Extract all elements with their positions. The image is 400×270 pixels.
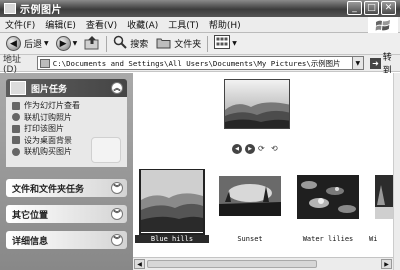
file-folder-tasks-title: 文件和文件夹任务 bbox=[12, 184, 85, 195]
task-label: 设为桌面背景 bbox=[24, 135, 72, 145]
other-places-title: 其它位置 bbox=[12, 210, 49, 221]
folders-button[interactable]: 文件夹 bbox=[154, 35, 203, 53]
thumbnail-winter[interactable] bbox=[375, 170, 393, 232]
forward-button[interactable]: ▶ ▼ bbox=[54, 35, 80, 53]
views-button[interactable]: ▼ bbox=[212, 35, 239, 53]
filmstrip: Blue hills Sunset Water lilies Wi bbox=[133, 164, 393, 256]
image-preview[interactable] bbox=[224, 79, 290, 129]
horizontal-scrollbar[interactable]: ◀ ▶ bbox=[133, 257, 393, 270]
task-label: 作为幻灯片查看 bbox=[24, 101, 80, 111]
back-label: 后退 bbox=[24, 40, 43, 50]
scroll-right-icon[interactable]: ▶ bbox=[381, 259, 392, 269]
thumbnail-sunset[interactable] bbox=[219, 170, 281, 232]
other-places-header[interactable]: 其它位置 ︾ bbox=[6, 205, 127, 223]
menu-file[interactable]: 文件(F) bbox=[0, 18, 40, 31]
task-pane: 图片任务 ︽ 作为幻灯片查看 联机订购照片 打印该图片 设为桌面背景 联机购买图… bbox=[0, 73, 133, 270]
rotate-clockwise-icon[interactable]: ⟳ bbox=[258, 145, 268, 153]
vertical-scrollbar[interactable] bbox=[393, 73, 400, 270]
back-button[interactable]: ◀ 后退 ▼ bbox=[4, 35, 51, 53]
task-slideshow[interactable]: 作为幻灯片查看 bbox=[12, 100, 127, 112]
toolbar: ◀ 后退 ▼ ▶ ▼ 搜索 文件夹 ▼ bbox=[0, 33, 400, 55]
task-order-prints[interactable]: 联机订购照片 bbox=[12, 112, 127, 124]
menu-edit[interactable]: 编辑(E) bbox=[40, 18, 81, 31]
back-dropdown-icon[interactable]: ▼ bbox=[44, 40, 49, 47]
thumbnail-blue-hills[interactable] bbox=[141, 170, 203, 232]
search-button[interactable]: 搜索 bbox=[111, 35, 150, 53]
other-places-panel: 其它位置 ︾ bbox=[6, 205, 127, 223]
expand-chevron-icon[interactable]: ︾ bbox=[111, 182, 123, 194]
task-print-picture[interactable]: 打印该图片 bbox=[12, 123, 127, 135]
folder-icon bbox=[4, 3, 16, 14]
toolbar-separator bbox=[207, 35, 209, 52]
menu-view[interactable]: 查看(V) bbox=[81, 18, 122, 31]
menu-help[interactable]: 帮助(H) bbox=[204, 18, 246, 31]
details-header[interactable]: 详细信息 ︾ bbox=[6, 231, 127, 249]
forward-dropdown-icon[interactable]: ▼ bbox=[73, 40, 78, 47]
menu-tools[interactable]: 工具(T) bbox=[163, 18, 204, 31]
thumbnail-label: Sunset bbox=[237, 235, 263, 243]
next-image-icon[interactable]: ▶ bbox=[245, 144, 255, 154]
address-bar: 地址(D) C:\Documents and Settings\All User… bbox=[0, 53, 400, 76]
picture-tasks-header[interactable]: 图片任务 ︽ bbox=[6, 79, 127, 97]
task-label: 联机订购照片 bbox=[24, 112, 72, 122]
menu-favorites[interactable]: 收藏(A) bbox=[122, 18, 163, 31]
address-value: C:\Documents and Settings\All Users\Docu… bbox=[52, 58, 341, 68]
search-label: 搜索 bbox=[130, 40, 149, 50]
address-input[interactable]: C:\Documents and Settings\All Users\Docu… bbox=[36, 56, 353, 70]
close-button[interactable]: ✕ bbox=[381, 1, 396, 15]
maximize-button[interactable]: □ bbox=[364, 1, 379, 15]
title-bar: 示例图片 _ □ ✕ bbox=[0, 0, 400, 17]
thumbnail-label: Wi bbox=[369, 235, 378, 243]
picture-tasks-body: 作为幻灯片查看 联机订购照片 打印该图片 设为桌面背景 联机购买图片 bbox=[6, 97, 127, 167]
previous-image-icon[interactable]: ◀ bbox=[232, 144, 242, 154]
up-button[interactable] bbox=[82, 35, 102, 53]
views-dropdown-icon[interactable]: ▼ bbox=[232, 40, 237, 47]
task-label: 打印该图片 bbox=[24, 124, 64, 134]
scrollbar-thumb[interactable] bbox=[147, 260, 317, 268]
folders-label: 文件夹 bbox=[174, 40, 202, 50]
picture-watermark-icon bbox=[91, 137, 121, 163]
window-controls: _ □ ✕ bbox=[347, 1, 396, 15]
up-folder-icon bbox=[84, 35, 100, 53]
expand-chevron-icon[interactable]: ︾ bbox=[111, 208, 123, 220]
folders-icon bbox=[156, 36, 171, 52]
picture-tasks-title: 图片任务 bbox=[31, 84, 68, 95]
windows-logo-icon bbox=[368, 17, 398, 33]
toolbar-separator bbox=[106, 35, 108, 52]
back-icon: ◀ bbox=[6, 36, 21, 51]
scroll-left-icon[interactable]: ◀ bbox=[134, 259, 145, 269]
views-icon bbox=[214, 35, 231, 52]
thumbnail-label: Blue hills bbox=[135, 235, 209, 243]
folder-icon bbox=[39, 58, 50, 68]
thumbnail-label: Water lilies bbox=[302, 235, 354, 243]
menu-bar: 文件(F) 编辑(E) 查看(V) 收藏(A) 工具(T) 帮助(H) bbox=[0, 17, 400, 33]
picture-tasks-panel: 图片任务 ︽ 作为幻灯片查看 联机订购照片 打印该图片 设为桌面背景 联机购买图… bbox=[6, 79, 127, 167]
globe-icon bbox=[12, 147, 20, 156]
collapse-chevron-icon[interactable]: ︽ bbox=[111, 82, 123, 94]
thumbnail-water-lilies[interactable] bbox=[297, 170, 359, 232]
search-icon bbox=[113, 35, 127, 52]
expand-chevron-icon[interactable]: ︾ bbox=[111, 234, 123, 246]
address-label: 地址(D) bbox=[3, 54, 22, 75]
window-title: 示例图片 bbox=[20, 5, 62, 16]
content-area: ◀ ▶ ⟳ ⟲ Blue hills Sunset Water lilies W… bbox=[133, 73, 400, 270]
file-folder-tasks-header[interactable]: 文件和文件夹任务 ︾ bbox=[6, 179, 127, 197]
file-folder-tasks-panel: 文件和文件夹任务 ︾ bbox=[6, 179, 127, 197]
details-title: 详细信息 bbox=[12, 236, 49, 247]
picture-tasks-icon bbox=[10, 81, 26, 95]
rotate-counterclockwise-icon[interactable]: ⟲ bbox=[271, 145, 281, 153]
go-icon: ➜ bbox=[370, 57, 381, 69]
address-dropdown-icon[interactable]: ▼ bbox=[352, 56, 365, 70]
details-panel: 详细信息 ︾ bbox=[6, 231, 127, 249]
forward-icon: ▶ bbox=[55, 36, 71, 51]
slideshow-icon bbox=[12, 101, 20, 110]
preview-controls: ◀ ▶ ⟳ ⟲ bbox=[232, 144, 281, 154]
task-label: 联机购买图片 bbox=[24, 147, 72, 157]
minimize-button[interactable]: _ bbox=[347, 1, 362, 15]
desktop-icon bbox=[12, 136, 20, 145]
printer-icon bbox=[12, 124, 20, 133]
globe-icon bbox=[12, 113, 20, 122]
